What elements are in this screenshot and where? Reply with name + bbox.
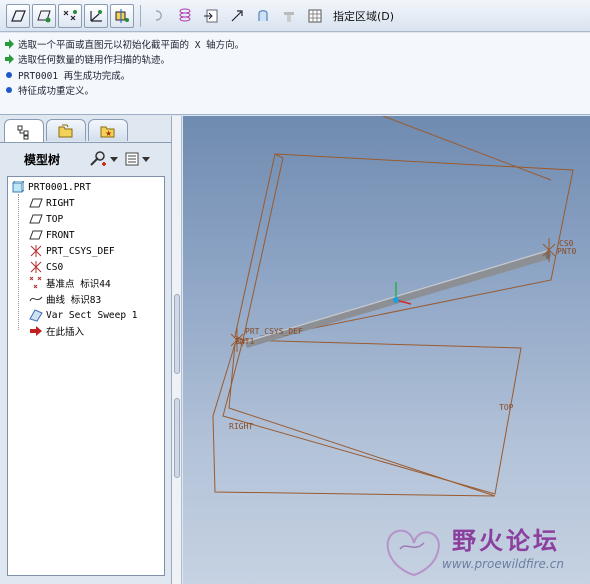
watermark-logo-icon xyxy=(386,529,440,577)
select-arrow-icon[interactable] xyxy=(225,4,249,28)
tree-node-label: 基准点 标识44 xyxy=(46,279,111,290)
graphics-viewport[interactable]: PRT_CSYS_DEF PNT1 CS0 PNT0 TOP RIGHT xyxy=(183,116,590,584)
info-dot-icon xyxy=(4,85,14,95)
toolbar: 指定区域(D) xyxy=(0,0,590,32)
insert-arrow-icon xyxy=(29,324,43,338)
model-graphics[interactable]: PRT_CSYS_DEF PNT1 CS0 PNT0 TOP RIGHT xyxy=(183,116,590,584)
sash-grip-upper[interactable] xyxy=(174,294,180,374)
tree-node-top[interactable]: TOP xyxy=(29,211,63,227)
message-line: 选取任何数量的链用作扫描的轨迹。 xyxy=(4,52,586,68)
sketch-plane-icon[interactable] xyxy=(6,3,30,28)
settings-icon xyxy=(90,151,106,166)
datum-plane-top xyxy=(222,339,522,495)
grid-icon[interactable] xyxy=(303,4,327,28)
tree-node-right[interactable]: RIGHT xyxy=(29,195,75,211)
specify-region-label[interactable]: 指定区域(D) xyxy=(333,8,394,24)
folder-tab[interactable] xyxy=(46,119,86,141)
tree-node-datum-point[interactable]: 基准点 标识44 xyxy=(29,275,111,291)
watermark: 野火论坛 www.proewildfire.cn xyxy=(380,517,590,584)
datum-plane-top-edge xyxy=(382,116,552,181)
tree-guide-line xyxy=(18,194,19,330)
tree-node-label: 在此插入 xyxy=(46,327,85,338)
tree-node-insert-here[interactable]: 在此插入 xyxy=(29,323,84,339)
label-pnt0: PNT0 xyxy=(557,247,576,256)
datum-plane-icon xyxy=(29,212,43,226)
tree-header: 模型树 xyxy=(4,146,170,172)
message-line: 选取一个平面或直图元以初始化截平面的 X 轴方向。 xyxy=(4,36,586,52)
message-line: PRT0001 再生成功完成。 xyxy=(4,67,586,83)
arrow-icon xyxy=(4,38,14,49)
model-tree-tab[interactable] xyxy=(4,119,44,143)
datum-plane-icon xyxy=(29,228,43,242)
watermark-url: www.proewildfire.cn xyxy=(442,557,564,571)
tree-settings-button[interactable] xyxy=(88,150,118,168)
tree-node-root[interactable]: PRT0001.PRT xyxy=(11,179,91,195)
tree-node-label: 曲线 标识83 xyxy=(46,295,102,306)
message-text: 特征成功重定义。 xyxy=(18,86,95,98)
list-icon xyxy=(125,152,139,166)
tab-divider xyxy=(0,142,172,143)
tree-node-label: PRT0001.PRT xyxy=(28,181,91,193)
repaint-icon[interactable] xyxy=(277,4,301,28)
message-text: PRT0001 再生成功完成。 xyxy=(18,70,131,82)
csys-icon xyxy=(29,244,43,258)
panel-sash[interactable] xyxy=(172,116,182,584)
message-text: 选取任何数量的链用作扫描的轨迹。 xyxy=(18,55,171,67)
show-axis-icon[interactable] xyxy=(110,3,134,28)
label-csys-def: PRT_CSYS_DEF xyxy=(245,327,303,336)
curve-icon xyxy=(29,292,43,306)
watermark-title: 野火论坛 xyxy=(452,527,560,555)
tree-node-csys-def[interactable]: PRT_CSYS_DEF xyxy=(29,243,115,259)
tree-node-label: RIGHT xyxy=(46,197,75,209)
datum-plane-icon xyxy=(29,196,43,210)
tree-node-label: CS0 xyxy=(46,261,64,273)
csys-icon xyxy=(29,260,43,274)
show-csys-icon[interactable] xyxy=(84,3,108,28)
show-datum-plane-icon[interactable] xyxy=(32,3,56,28)
tree-node-label: PRT_CSYS_DEF xyxy=(46,245,115,257)
toolbar-separator xyxy=(140,4,141,27)
chevron-down-icon xyxy=(110,156,118,162)
favorites-tab[interactable]: ★ xyxy=(88,119,128,141)
datum-plane-right xyxy=(212,343,496,497)
label-right: RIGHT xyxy=(229,422,253,431)
datum-plane-front-edge xyxy=(234,153,284,341)
info-dot-icon xyxy=(4,70,14,80)
show-menu-button[interactable] xyxy=(124,151,150,167)
spring-icon[interactable] xyxy=(173,4,197,28)
message-line: 特征成功重定义。 xyxy=(4,83,586,99)
datum-plane-front xyxy=(234,153,574,345)
navigator-panel: ★ 模型树 PRT0001.PRT RIGHT TOP FRONT PRT_CS… xyxy=(0,116,172,584)
import-icon[interactable] xyxy=(199,4,223,28)
show-datum-point-icon[interactable] xyxy=(58,3,82,28)
navigator-tabs: ★ xyxy=(4,119,128,143)
tree-node-cs0[interactable]: CS0 xyxy=(29,259,63,275)
datum-plane-right-edge xyxy=(228,343,496,497)
part-icon xyxy=(11,180,25,194)
chevron-down-icon xyxy=(142,156,150,162)
layer-icon[interactable] xyxy=(251,4,275,28)
sash-grip-lower[interactable] xyxy=(174,398,180,478)
undo-icon[interactable] xyxy=(147,4,171,28)
tree-node-label: Var Sect Sweep 1 xyxy=(46,309,138,321)
label-pnt1: PNT1 xyxy=(235,337,254,346)
label-top: TOP xyxy=(499,403,514,412)
arrow-icon xyxy=(4,54,14,65)
message-text: 选取一个平面或直图元以初始化截平面的 X 轴方向。 xyxy=(18,39,245,51)
message-area: 选取一个平面或直图元以初始化截平面的 X 轴方向。 选取任何数量的链用作扫描的轨… xyxy=(0,33,590,115)
svg-text:★: ★ xyxy=(105,129,112,138)
sweep-icon xyxy=(29,308,43,322)
tree-node-front[interactable]: FRONT xyxy=(29,227,75,243)
tree-node-curve[interactable]: 曲线 标识83 xyxy=(29,291,101,307)
datum-point-icon xyxy=(29,276,43,290)
tree-node-sweep[interactable]: Var Sect Sweep 1 xyxy=(29,307,138,323)
model-tree: PRT0001.PRT RIGHT TOP FRONT PRT_CSYS_DEF… xyxy=(7,176,165,576)
tree-node-label: FRONT xyxy=(46,229,75,241)
panel-title: 模型树 xyxy=(24,152,61,167)
tree-node-label: TOP xyxy=(46,213,64,225)
